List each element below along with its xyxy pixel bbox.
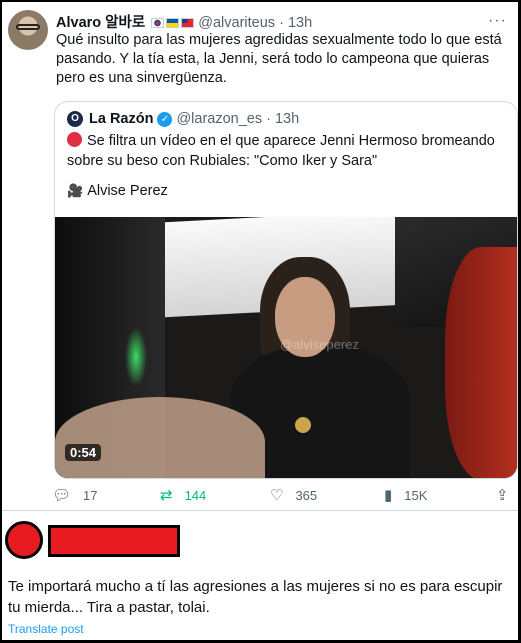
glasses-shape bbox=[16, 24, 40, 30]
quote-separator: · bbox=[266, 111, 271, 127]
tweet[interactable]: ··· Alvaro 알바로 @alvariteus · 13h Qué ins… bbox=[2, 2, 518, 510]
share-button[interactable]: ⇪ bbox=[496, 486, 521, 504]
heart-icon: ♡ bbox=[270, 487, 284, 504]
header-separator: · bbox=[279, 15, 284, 31]
translate-post-link[interactable]: Translate post bbox=[8, 622, 84, 636]
author-handle[interactable]: @alvariteus bbox=[198, 15, 275, 31]
views-count: 15K bbox=[404, 487, 428, 503]
views-button[interactable]: ▮ 15K bbox=[384, 486, 427, 504]
author-avatar[interactable] bbox=[8, 10, 48, 50]
retweet-count: 144 bbox=[184, 487, 207, 503]
video-green-light bbox=[125, 327, 147, 387]
views-bar-chart-icon: ▮ bbox=[384, 487, 393, 504]
credit-name: Alvise Perez bbox=[87, 183, 168, 199]
la-razon-logo-icon: O bbox=[67, 111, 83, 127]
like-count: 365 bbox=[295, 487, 318, 503]
comment-text: Te importará mucho a tí las agresiones a… bbox=[8, 578, 503, 616]
movie-camera-icon: 🎥 bbox=[67, 183, 84, 198]
tweet-header: Alvaro 알바로 @alvariteus · 13h bbox=[56, 11, 312, 32]
like-button[interactable]: ♡ 365 bbox=[270, 486, 317, 504]
tweet-text: Qué insulto para las mujeres agredidas s… bbox=[56, 32, 502, 86]
tweet-time[interactable]: 13h bbox=[288, 15, 312, 31]
retweet-icon: ⇄ bbox=[160, 487, 173, 504]
reply-icon: 💬︎ bbox=[52, 487, 72, 504]
video-foreground-person bbox=[55, 397, 265, 478]
redacted-username bbox=[48, 525, 180, 557]
quoted-tweet[interactable]: O La Razón ✓ @larazon_es · 13h Se filtra… bbox=[54, 101, 518, 479]
author-name[interactable]: Alvaro 알바로 bbox=[56, 15, 145, 31]
red-circle-icon bbox=[67, 132, 82, 147]
divider bbox=[2, 510, 518, 511]
ua-flag-icon bbox=[166, 18, 180, 28]
video-red-person bbox=[445, 247, 517, 478]
quote-author-name[interactable]: La Razón bbox=[89, 111, 153, 127]
kr-flag-icon bbox=[151, 18, 165, 28]
tw-flag-icon bbox=[181, 18, 195, 28]
share-icon: ⇪ bbox=[496, 487, 509, 504]
reply-button[interactable]: 💬︎ 17 bbox=[52, 486, 98, 504]
quote-handle[interactable]: @larazon_es bbox=[176, 111, 262, 127]
video-duration: 0:54 bbox=[65, 444, 102, 461]
video-watermark: @alviseperez bbox=[280, 337, 359, 352]
quote-time[interactable]: 13h bbox=[275, 111, 299, 127]
reply-count: 17 bbox=[83, 487, 98, 503]
tweet-actions: 💬︎ 17 ⇄ 144 ♡ 365 ▮ 15K ⇪ bbox=[52, 486, 518, 506]
quote-text: Se filtra un vídeo en el que aparece Jen… bbox=[67, 133, 495, 169]
quote-credit: 🎥 Alvise Perez bbox=[67, 183, 168, 199]
video-medal bbox=[295, 417, 311, 433]
quote-text-block: Se filtra un vídeo en el que aparece Jen… bbox=[67, 131, 507, 171]
more-horizontal-icon[interactable]: ··· bbox=[488, 12, 507, 30]
video-player[interactable]: @alviseperez 0:54 bbox=[55, 217, 517, 478]
retweet-button[interactable]: ⇄ 144 bbox=[160, 486, 206, 504]
reply-comment[interactable]: Te importará mucho a tí las agresiones a… bbox=[2, 512, 518, 640]
verified-badge-icon: ✓ bbox=[157, 111, 173, 127]
quote-header: O La Razón ✓ @larazon_es · 13h bbox=[67, 111, 299, 127]
redacted-avatar bbox=[5, 521, 43, 559]
